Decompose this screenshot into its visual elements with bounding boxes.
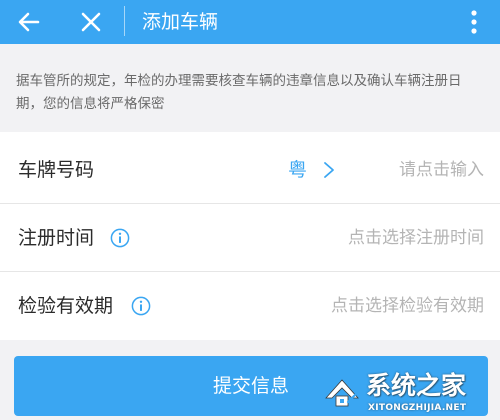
inspection-validity-row[interactable]: 检验有效期 点击选择检验有效期 [0, 272, 500, 340]
chevron-right-icon[interactable] [322, 160, 336, 180]
close-icon[interactable] [78, 9, 104, 35]
watermark-name: 系统之家 [366, 371, 467, 400]
page-title: 添加车辆 [142, 11, 219, 33]
vehicle-form: 车牌号码 粤 请点击输入 注册时间 点击选择注册时间 检验有效期 点击选择检验有… [0, 132, 500, 340]
more-vertical-icon[interactable] [464, 7, 484, 37]
privacy-notice: 据车管所的规定，年检的办理需要核查车辆的违章信息以及确认车辆注册日期，您的信息将… [0, 44, 500, 132]
top-app-bar: 添加车辆 [0, 0, 500, 44]
info-icon[interactable] [131, 296, 151, 316]
register-date-label: 注册时间 [18, 227, 95, 249]
info-icon[interactable] [110, 228, 130, 248]
inspection-validity-picker[interactable]: 点击选择检验有效期 [331, 292, 484, 320]
watermark-url: XITONGZHIJIA.NET [368, 403, 467, 413]
register-date-picker[interactable]: 点击选择注册时间 [348, 224, 484, 252]
plate-number-label: 车牌号码 [18, 159, 95, 181]
watermark-logo-icon [325, 379, 359, 407]
appbar-divider [124, 6, 125, 36]
plate-number-input[interactable]: 请点击输入 [399, 156, 484, 184]
register-date-row[interactable]: 注册时间 点击选择注册时间 [0, 204, 500, 272]
inspection-validity-label: 检验有效期 [18, 295, 114, 317]
plate-number-row[interactable]: 车牌号码 粤 请点击输入 [0, 136, 500, 204]
back-arrow-icon[interactable] [16, 9, 42, 35]
add-vehicle-page: 添加车辆 据车管所的规定，年检的办理需要核查车辆的违章信息以及确认车辆注册日期，… [0, 0, 500, 420]
province-selector[interactable]: 粤 [288, 156, 307, 184]
notice-text: 据车管所的规定，年检的办理需要核查车辆的违章信息以及确认车辆注册日期，您的信息将… [16, 73, 462, 112]
site-watermark: 系统之家 XITONGZHIJIA.NET [322, 368, 498, 418]
